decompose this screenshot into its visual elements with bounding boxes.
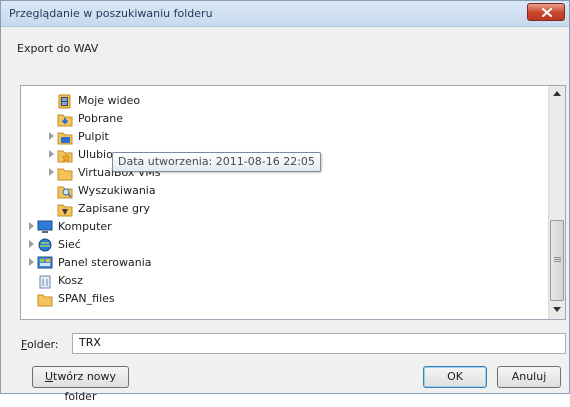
vertical-scrollbar[interactable] bbox=[548, 86, 565, 319]
scrollbar-grip bbox=[554, 261, 561, 262]
searches-folder-icon bbox=[57, 186, 73, 199]
tree-item-label: Moje wideo bbox=[78, 94, 141, 107]
desktop-folder-icon bbox=[57, 132, 73, 145]
cancel-button[interactable]: Anuluj bbox=[497, 366, 561, 388]
computer-icon bbox=[37, 220, 53, 233]
window-title: Przeglądanie w poszukiwaniu folderu bbox=[9, 7, 213, 20]
scrollbar-grip bbox=[554, 259, 561, 260]
browse-folder-dialog: Przeglądanie w poszukiwaniu folderu Expo… bbox=[0, 0, 570, 403]
ok-button[interactable]: OK bbox=[423, 366, 487, 388]
video-library-icon bbox=[58, 94, 71, 109]
arrow-up-icon bbox=[553, 91, 561, 96]
expand-arrow-icon[interactable] bbox=[49, 150, 54, 158]
favorites-folder-icon bbox=[57, 150, 73, 163]
expand-arrow-icon[interactable] bbox=[29, 222, 34, 230]
network-icon bbox=[38, 238, 52, 252]
tree-item-label: Kosz bbox=[58, 274, 83, 287]
expand-arrow-icon[interactable] bbox=[29, 258, 34, 266]
expand-arrow-icon[interactable] bbox=[49, 168, 54, 176]
title-bar[interactable]: Przeglądanie w poszukiwaniu folderu bbox=[1, 1, 569, 27]
scroll-down-button[interactable] bbox=[549, 302, 565, 319]
folder-icon bbox=[57, 168, 73, 181]
tree-item-label: Sieć bbox=[58, 238, 81, 251]
folder-label: Folder: bbox=[21, 338, 59, 351]
saved-games-icon bbox=[57, 204, 73, 217]
folder-input[interactable]: TRX bbox=[72, 333, 566, 354]
scrollbar-grip bbox=[554, 257, 561, 258]
tree-item-label: Komputer bbox=[58, 220, 112, 233]
close-icon bbox=[542, 8, 552, 17]
new-folder-accel: U bbox=[44, 370, 53, 383]
tree-item-label: Panel sterowania bbox=[58, 256, 152, 269]
expand-arrow-icon[interactable] bbox=[29, 240, 34, 248]
new-folder-label: twórz nowy folder bbox=[53, 370, 117, 403]
tree-item-label: Pobrane bbox=[78, 112, 123, 125]
tree-item-label: Pulpit bbox=[78, 130, 109, 143]
folder-icon bbox=[37, 294, 53, 307]
tree-item-label: SPAN_files bbox=[58, 292, 115, 305]
expand-arrow-icon[interactable] bbox=[49, 132, 54, 140]
tree-item-label: Wyszukiwania bbox=[78, 184, 156, 197]
scrollbar-thumb[interactable] bbox=[550, 220, 564, 301]
new-folder-button[interactable]: Utwórz nowy folder bbox=[32, 366, 129, 403]
downloads-folder-icon bbox=[57, 114, 73, 127]
folder-tree[interactable]: Moje wideo Pobrane Pulpit Ulubione Virtu… bbox=[20, 85, 566, 320]
control-panel-icon bbox=[37, 256, 53, 269]
recycle-bin-icon bbox=[39, 275, 51, 289]
dialog-description: Export do WAV bbox=[17, 42, 99, 55]
arrow-down-icon bbox=[553, 307, 561, 312]
close-button[interactable] bbox=[527, 3, 565, 21]
scroll-up-button[interactable] bbox=[549, 86, 565, 103]
folder-label-rest: older: bbox=[26, 338, 59, 351]
tree-item-label: Zapisane gry bbox=[78, 202, 151, 215]
tooltip: Data utworzenia: 2011-08-16 22:05 bbox=[112, 152, 321, 172]
